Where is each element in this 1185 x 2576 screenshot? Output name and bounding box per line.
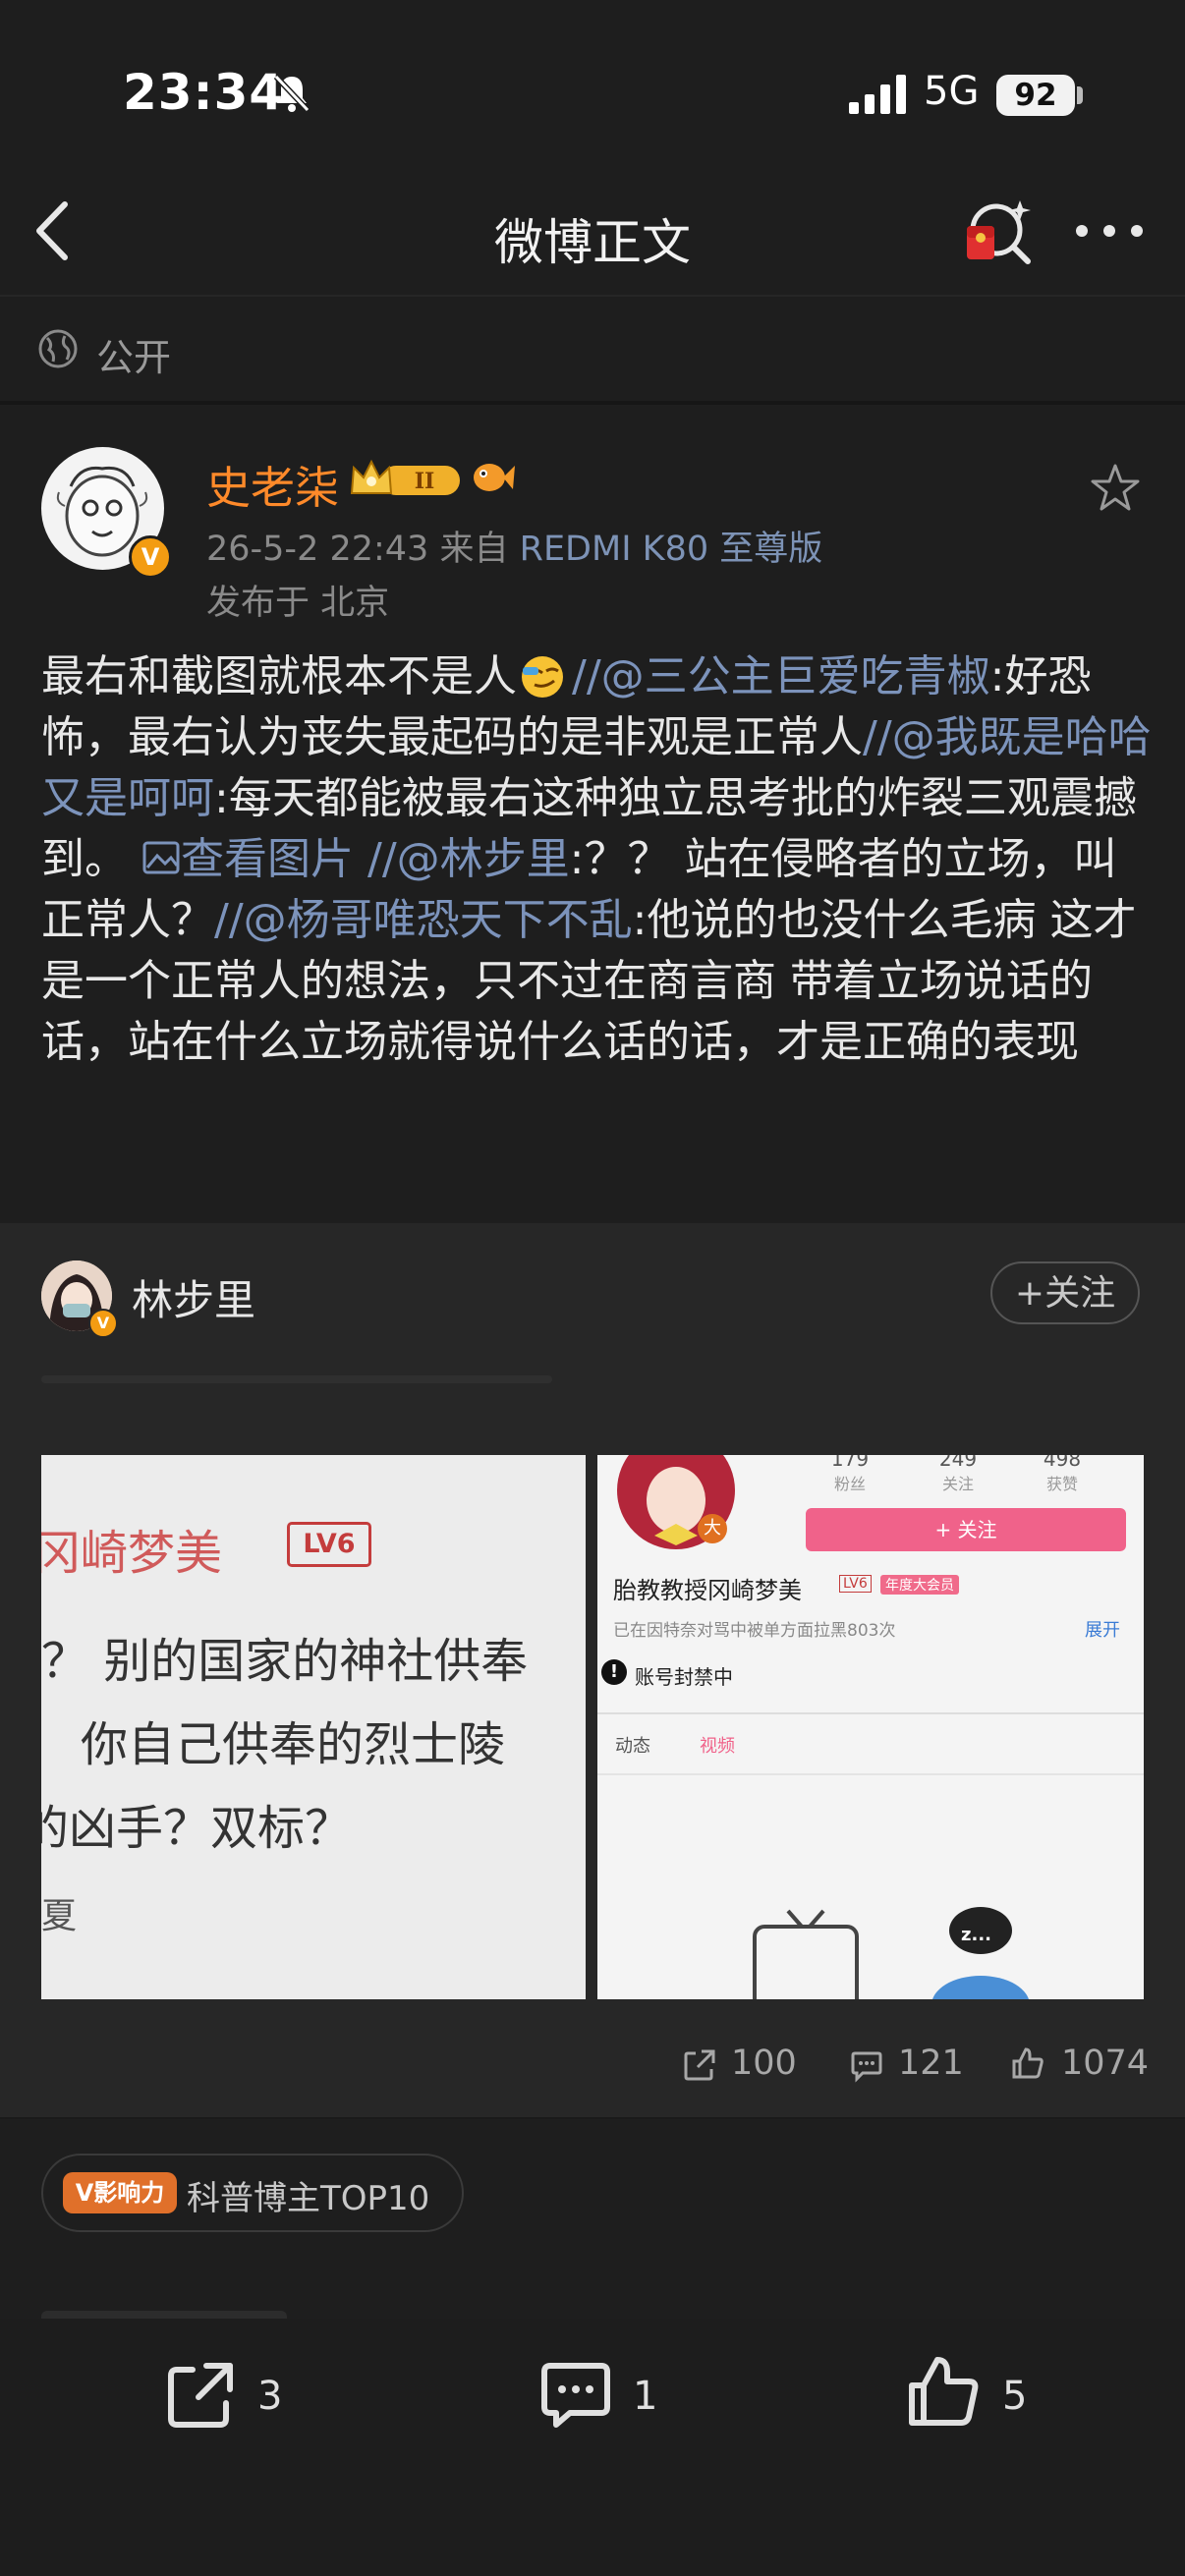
post-body: 最右和截图就根本不是人//@三公主巨爱吃青椒:好恐怖，最右认为丧失最起码的是非观…: [41, 646, 1152, 1073]
quoted-image-2[interactable]: 大 179 粉丝 249 关注 498 获赞 + 关注 胎教教授冈崎梦美 LV6…: [597, 1455, 1144, 1999]
repost-count[interactable]: 3: [257, 2374, 282, 2419]
img2-divider: [597, 1712, 1144, 1714]
visibility-label: 公开: [96, 336, 172, 379]
img1-text: ？ 别的国家的神社供奉: [41, 1634, 529, 1689]
post-source-prefix: 来自: [439, 530, 509, 569]
img2-warning-icon: !: [601, 1659, 627, 1685]
quoted-author-name[interactable]: 林步里: [132, 1267, 255, 1327]
img2-stat-label: 获赞: [1045, 1475, 1078, 1493]
red-packet-search-icon[interactable]: [959, 196, 1038, 267]
img2-desc: 已在因特奈对骂中被单方面拉黑803次: [613, 1621, 896, 1641]
img2-tab: 动态: [615, 1736, 650, 1757]
verified-badge: V: [129, 535, 172, 579]
like-thumb-icon[interactable]: [1010, 2045, 1045, 2081]
img1-username: 冈崎梦美: [41, 1526, 223, 1581]
img2-divider: [597, 1773, 1144, 1775]
like-count[interactable]: 5: [1002, 2374, 1027, 2419]
card-separator: [0, 2117, 1185, 2119]
network-type: 5G: [924, 69, 980, 114]
influence-label: 科普博主TOP10: [187, 2179, 430, 2218]
mention-link[interactable]: //@杨哥唯恐天下不乱: [214, 895, 633, 945]
globe-icon: [38, 329, 78, 368]
status-time: 23:34: [123, 64, 285, 121]
img2-name: 胎教教授冈崎梦美: [613, 1577, 802, 1604]
img2-stat-label: 粉丝: [833, 1475, 866, 1493]
img2-badge: 大: [698, 1514, 727, 1543]
comment-icon[interactable]: [538, 2358, 613, 2433]
img1-text: 的凶手？双标？: [41, 1801, 353, 1856]
battery-level: 92: [996, 75, 1075, 116]
quoted-likes-count[interactable]: 1074: [1061, 2044, 1149, 2083]
img1-text: 你自己供奉的烈士陵: [81, 1717, 506, 1772]
fish-badge-icon: [474, 464, 515, 491]
img1-text: 夏: [41, 1896, 78, 1936]
author-name[interactable]: 史老柒: [206, 452, 339, 516]
signal-icon: [849, 75, 906, 114]
quoted-comments-count[interactable]: 121: [898, 2044, 964, 2083]
influence-tag: V影响力: [63, 2172, 177, 2213]
visibility-row: [0, 297, 1185, 401]
smirk-emoji-icon: [522, 656, 563, 698]
quoted-reposts-count[interactable]: 100: [731, 2044, 797, 2083]
post-meta: 26-5-2 22:43 来自 REDMI K80 至尊版: [206, 521, 822, 571]
more-options-icon[interactable]: [1075, 224, 1144, 238]
post-timestamp: 26-5-2 22:43: [206, 530, 429, 569]
tv-illustration-icon: [753, 1907, 1029, 1999]
post-location: 发布于 北京: [206, 584, 390, 623]
mention-link[interactable]: //@林步里: [367, 834, 570, 884]
repost-icon[interactable]: [163, 2358, 238, 2433]
comment-count[interactable]: 1: [633, 2374, 657, 2419]
img2-stat-num: 249: [938, 1455, 978, 1471]
img2-bubble-text: z...: [961, 1925, 991, 1945]
img2-expand: 展开: [1085, 1620, 1120, 1641]
img2-stat-label: 关注: [941, 1475, 974, 1493]
image-icon[interactable]: [141, 838, 181, 877]
comment-icon[interactable]: [849, 2047, 884, 2083]
img2-stat-num: 179: [830, 1455, 870, 1471]
quoted-image-1[interactable]: 冈崎梦美 LV6 ？ 别的国家的神社供奉 你自己供奉的烈士陵 的凶手？双标？ 夏: [41, 1455, 586, 1999]
img2-tab: 视频: [700, 1736, 735, 1757]
img1-level: LV6: [287, 1522, 371, 1567]
like-thumb-icon[interactable]: [906, 2354, 981, 2429]
follow-button[interactable]: +关注: [990, 1261, 1140, 1324]
quoted-text-faded: [41, 1375, 552, 1383]
mention-link[interactable]: //@三公主巨爱吃青椒: [572, 651, 990, 701]
vip-crown-badge-icon: II: [350, 459, 460, 495]
view-image-link[interactable]: 查看图片: [181, 834, 354, 884]
img2-stat-num: 498: [1043, 1455, 1082, 1471]
img2-follow-button: + 关注: [806, 1508, 1126, 1551]
post-device[interactable]: REDMI K80 至尊版: [520, 530, 823, 569]
img2-member: 年度大会员: [880, 1575, 959, 1595]
favorite-star-icon[interactable]: [1089, 462, 1142, 515]
repost-icon[interactable]: [682, 2047, 717, 2083]
img2-banned: 账号封禁中: [635, 1665, 733, 1689]
bell-muted-icon: [273, 74, 310, 113]
quoted-verified-badge: V: [88, 1309, 118, 1338]
img2-level: LV6: [839, 1575, 872, 1593]
section-separator: [0, 401, 1185, 405]
body-text: 最右和截图就根本不是人: [41, 651, 517, 701]
svg-text:II: II: [415, 469, 435, 494]
battery-tip: [1077, 86, 1083, 104]
